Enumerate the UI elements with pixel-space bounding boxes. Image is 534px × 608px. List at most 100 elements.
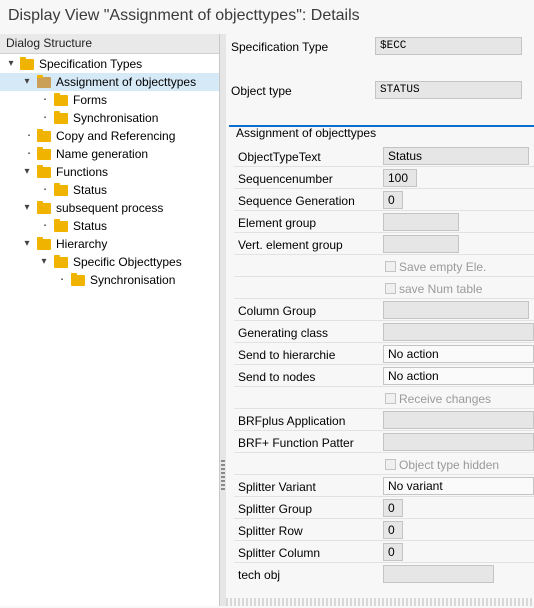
folder-icon bbox=[37, 165, 51, 178]
generating-class-label: Generating class bbox=[238, 326, 329, 340]
tree-item-subsequent-process[interactable]: ▾ subsequent process bbox=[0, 199, 219, 217]
folder-icon bbox=[37, 147, 51, 160]
vert-element-group-field[interactable] bbox=[383, 235, 459, 253]
expand-icon[interactable]: ▾ bbox=[22, 73, 32, 91]
row-column-group: Column Group bbox=[234, 300, 534, 321]
expand-icon[interactable]: ▾ bbox=[22, 235, 32, 253]
tree-item-specification-types[interactable]: ▾ Specification Types bbox=[0, 55, 219, 73]
tree-item-label: Status bbox=[73, 183, 108, 197]
tree-item-specific-objecttypes[interactable]: ▾ Specific Objecttypes bbox=[0, 253, 219, 271]
save-num-checkbox[interactable] bbox=[385, 283, 396, 294]
dialog-structure-header: Dialog Structure bbox=[0, 34, 219, 54]
row-send-to-hierarchie: Send to hierarchie No action bbox=[234, 344, 534, 365]
tree-item-synchronisation[interactable]: ▪ Synchronisation bbox=[0, 109, 219, 127]
object-type-hidden-checkbox[interactable] bbox=[385, 459, 396, 470]
panel-splitter[interactable] bbox=[220, 34, 226, 606]
leaf-icon: ▪ bbox=[60, 277, 64, 283]
folder-icon bbox=[37, 201, 51, 214]
tree-item-label: Synchronisation bbox=[90, 273, 176, 287]
tree-item-functions[interactable]: ▾ Functions bbox=[0, 163, 219, 181]
save-num-label: save Num table bbox=[399, 282, 483, 296]
row-splitter-column: Splitter Column 0 bbox=[234, 542, 534, 563]
expand-icon[interactable]: ▾ bbox=[22, 163, 32, 181]
leaf-icon: ▪ bbox=[43, 115, 47, 121]
tree-item-subsequent-status[interactable]: ▪ Status bbox=[0, 217, 219, 235]
leaf-icon: ▪ bbox=[43, 97, 47, 103]
splitter-variant-select[interactable]: No variant bbox=[383, 477, 534, 495]
save-empty-checkbox[interactable] bbox=[385, 261, 396, 272]
row-object-type-text: ObjectTypeText Status bbox=[234, 146, 534, 167]
splitter-column-field[interactable]: 0 bbox=[383, 543, 403, 561]
folder-icon bbox=[54, 255, 68, 268]
object-type-field[interactable]: STATUS bbox=[375, 81, 522, 99]
send-to-nodes-select[interactable]: No action bbox=[383, 367, 534, 385]
row-sequence-generation: Sequence Generation 0 bbox=[234, 190, 534, 211]
tree-item-label: Assignment of objecttypes bbox=[56, 75, 197, 89]
tree-item-assignment-of-objecttypes[interactable]: ▾ Assignment of objecttypes bbox=[0, 73, 219, 91]
column-group-label: Column Group bbox=[238, 304, 317, 318]
element-group-label: Element group bbox=[238, 216, 317, 230]
brf-function-field[interactable] bbox=[383, 433, 534, 451]
tree-item-copy-and-referencing[interactable]: ▪ Copy and Referencing bbox=[0, 127, 219, 145]
brf-function-label: BRF+ Function Patter bbox=[238, 436, 354, 450]
tech-obj-label: tech obj bbox=[238, 568, 281, 582]
row-splitter-variant: Splitter Variant No variant bbox=[234, 476, 534, 497]
row-generating-class: Generating class bbox=[234, 322, 534, 343]
row-tech-obj: tech obj bbox=[234, 564, 534, 584]
folder-icon bbox=[20, 57, 34, 70]
object-type-text-field[interactable]: Status bbox=[383, 147, 529, 165]
folder-icon bbox=[37, 129, 51, 142]
send-to-hierarchie-select[interactable]: No action bbox=[383, 345, 534, 363]
sequence-number-field[interactable]: 100 bbox=[383, 169, 417, 187]
tree-item-label: Specific Objecttypes bbox=[73, 255, 182, 269]
tree-item-functions-status[interactable]: ▪ Status bbox=[0, 181, 219, 199]
leaf-icon: ▪ bbox=[27, 151, 31, 157]
leaf-icon: ▪ bbox=[27, 133, 31, 139]
tree-item-hierarchy-synchronisation[interactable]: ▪ Synchronisation bbox=[0, 271, 219, 289]
dialog-structure-panel: Dialog Structure ▾ Specification Types ▾… bbox=[0, 34, 220, 606]
column-group-field[interactable] bbox=[383, 301, 529, 319]
tree-item-label: Synchronisation bbox=[73, 111, 159, 125]
spec-type-label: Specification Type bbox=[231, 40, 329, 54]
splitter-group-field[interactable]: 0 bbox=[383, 499, 403, 517]
folder-icon bbox=[54, 183, 68, 196]
expand-icon[interactable]: ▾ bbox=[22, 199, 32, 217]
row-save-empty: Save empty Ele. bbox=[234, 256, 534, 277]
folder-icon bbox=[71, 273, 85, 286]
tree-item-forms[interactable]: ▪ Forms bbox=[0, 91, 219, 109]
folder-icon bbox=[54, 219, 68, 232]
receive-changes-checkbox[interactable] bbox=[385, 393, 396, 404]
splitter-row-field[interactable]: 0 bbox=[383, 521, 403, 539]
row-object-type-hidden: Object type hidden bbox=[234, 454, 534, 475]
tree-item-label: subsequent process bbox=[56, 201, 164, 215]
folder-icon bbox=[54, 93, 68, 106]
tree-item-name-generation[interactable]: ▪ Name generation bbox=[0, 145, 219, 163]
splitter-grip-icon[interactable] bbox=[221, 460, 225, 490]
tree-item-hierarchy[interactable]: ▾ Hierarchy bbox=[0, 235, 219, 253]
splitter-row-label: Splitter Row bbox=[238, 524, 303, 538]
element-group-field[interactable] bbox=[383, 213, 459, 231]
tree-item-label: Name generation bbox=[56, 147, 149, 161]
vert-element-group-label: Vert. element group bbox=[238, 238, 343, 252]
brfplus-app-field[interactable] bbox=[383, 411, 534, 429]
receive-changes-label: Receive changes bbox=[399, 392, 492, 406]
splitter-variant-label: Splitter Variant bbox=[238, 480, 316, 494]
folder-icon bbox=[54, 111, 68, 124]
expand-icon[interactable]: ▾ bbox=[39, 253, 49, 271]
tree-item-label: Status bbox=[73, 219, 108, 233]
generating-class-field[interactable] bbox=[383, 323, 534, 341]
spec-type-field[interactable]: $ECC bbox=[375, 37, 522, 55]
row-brfplus-app: BRFplus Application bbox=[234, 410, 534, 431]
sequence-number-label: Sequencenumber bbox=[238, 172, 333, 186]
splitter-group-label: Splitter Group bbox=[238, 502, 313, 516]
expand-icon[interactable]: ▾ bbox=[6, 55, 16, 73]
sequence-generation-field[interactable]: 0 bbox=[383, 191, 403, 209]
splitter-column-label: Splitter Column bbox=[238, 546, 321, 560]
leaf-icon: ▪ bbox=[43, 223, 47, 229]
tree-item-label: Specification Types bbox=[39, 57, 143, 71]
tree-item-label: Forms bbox=[73, 93, 107, 107]
brfplus-app-label: BRFplus Application bbox=[238, 414, 346, 428]
row-element-group: Element group bbox=[234, 212, 534, 233]
tech-obj-field[interactable] bbox=[383, 565, 494, 583]
object-type-hidden-label: Object type hidden bbox=[399, 458, 500, 472]
